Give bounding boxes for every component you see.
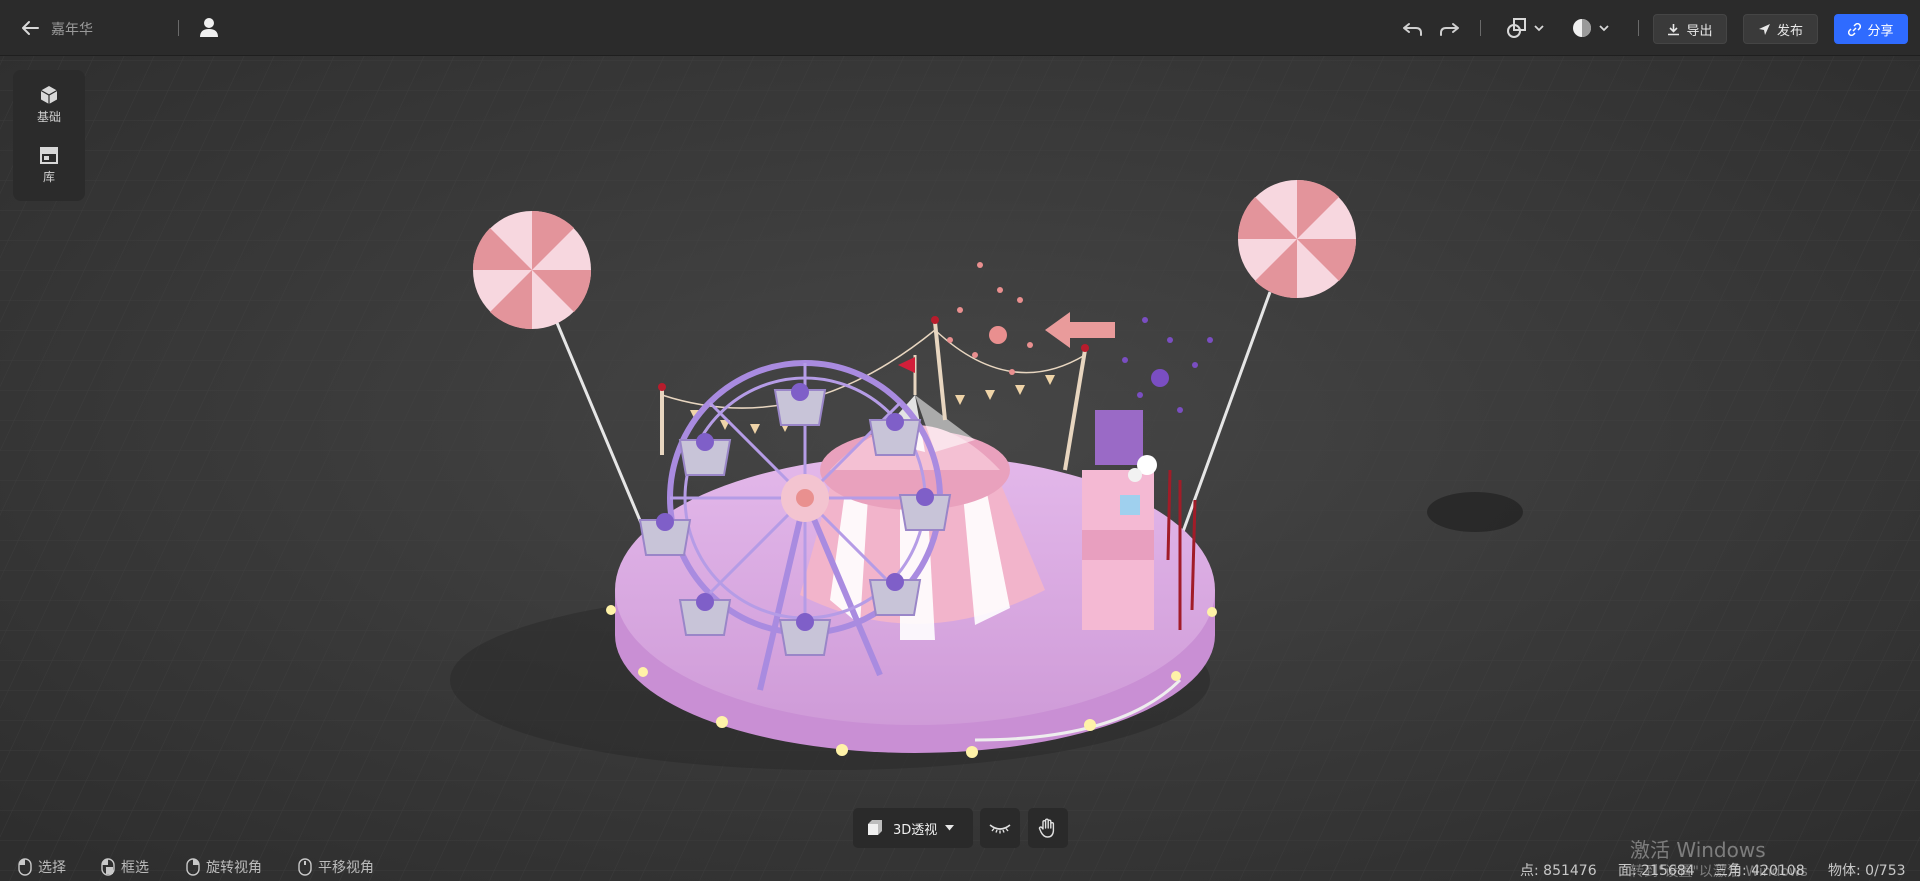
hint-pan-view: 平移视角 xyxy=(298,857,374,877)
export-button[interactable]: 导出 xyxy=(1653,14,1727,44)
publish-label: 发布 xyxy=(1776,23,1803,39)
mouse-right-icon xyxy=(186,858,200,876)
lollipop-shadow xyxy=(1427,492,1523,532)
redo-icon[interactable] xyxy=(1436,15,1462,41)
mouse-left-icon xyxy=(18,858,32,876)
transform-mode-icon[interactable] xyxy=(1505,15,1549,41)
stat-points: 点: 851476 xyxy=(1520,863,1597,879)
store-icon xyxy=(40,147,58,164)
caret-down-icon xyxy=(945,825,955,831)
3d-viewport[interactable] xyxy=(0,56,1920,881)
cube-icon xyxy=(40,86,58,104)
watermark-line1: 激活 Windows xyxy=(1630,838,1766,862)
hint-rotate-view: 旋转视角 xyxy=(186,857,262,877)
send-icon xyxy=(1758,23,1770,35)
view-mode-dropdown[interactable]: 3D透视 xyxy=(853,808,973,848)
panel-item-label: 基础 xyxy=(36,110,61,124)
windows-activation-watermark: 激活 Windows 转到"设置"以激活 Windows xyxy=(1630,840,1808,881)
lollipop-left[interactable] xyxy=(472,210,592,330)
material-ball-icon[interactable] xyxy=(1570,15,1614,41)
stat-objects: 物体: 0/753 xyxy=(1828,863,1906,879)
hint-label: 平移视角 xyxy=(318,860,374,876)
pan-hand-button[interactable] xyxy=(1028,808,1068,848)
divider xyxy=(1480,20,1481,36)
panel-item-basic[interactable]: 基础 xyxy=(13,84,85,140)
mouse-box-icon xyxy=(101,858,115,876)
link-icon xyxy=(1848,22,1862,36)
user-icon[interactable] xyxy=(197,15,221,39)
hint-label: 选择 xyxy=(38,860,66,876)
eye-closed-icon xyxy=(989,824,1011,834)
toggle-visibility-button[interactable] xyxy=(980,808,1020,848)
divider xyxy=(178,20,179,36)
export-label: 导出 xyxy=(1686,23,1713,39)
scene-canvas[interactable] xyxy=(0,56,1920,881)
hint-box-select: 框选 xyxy=(101,857,149,877)
publish-button[interactable]: 发布 xyxy=(1743,14,1818,44)
cube-view-icon xyxy=(868,820,882,835)
download-icon xyxy=(1668,23,1680,35)
project-name[interactable]: 嘉年华 xyxy=(51,19,93,39)
mouse-middle-icon xyxy=(298,858,312,876)
lollipop-right[interactable] xyxy=(1237,179,1357,299)
watermark-line2: 转到"设置"以激活 Windows xyxy=(1630,864,1808,880)
divider xyxy=(1638,20,1639,36)
hint-label: 旋转视角 xyxy=(206,860,262,876)
panel-item-library[interactable]: 库 xyxy=(13,144,85,200)
hint-select: 选择 xyxy=(18,857,66,877)
app-root: 嘉年华 导出 发布 分享 基础 库 3D透视 选择 框选 旋转视角 平移视角 点… xyxy=(0,0,1920,881)
share-label: 分享 xyxy=(1867,23,1894,39)
top-bar: 嘉年华 导出 发布 分享 xyxy=(0,0,1920,56)
hand-icon xyxy=(1038,818,1055,838)
left-tool-panel: 基础 库 xyxy=(13,70,85,201)
hint-label: 框选 xyxy=(121,860,149,876)
panel-item-label: 库 xyxy=(42,170,55,184)
share-button[interactable]: 分享 xyxy=(1834,14,1908,44)
view-mode-label: 3D透视 xyxy=(893,822,938,838)
undo-icon[interactable] xyxy=(1400,15,1426,41)
back-arrow-icon[interactable] xyxy=(18,16,42,40)
